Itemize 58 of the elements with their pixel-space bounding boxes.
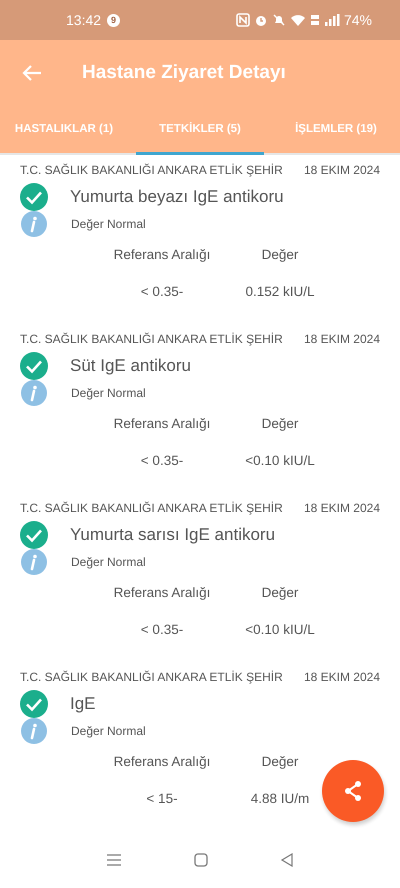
wifi-icon — [290, 13, 306, 27]
value-header: Değer — [262, 416, 298, 431]
test-date: 18 EKIM 2024 — [304, 163, 380, 177]
range-header: Referans Aralığı — [114, 416, 210, 431]
test-value: <0.10 kIU/L — [245, 453, 315, 468]
reference-range: < 0.35- — [140, 284, 184, 299]
check-circle-icon — [20, 352, 48, 380]
menu-icon[interactable] — [106, 852, 122, 866]
value-header: Değer — [262, 585, 298, 600]
test-name: IgE — [70, 694, 96, 714]
clock-time: 13:42 — [66, 12, 102, 28]
test-date: 18 EKIM 2024 — [304, 332, 380, 346]
test-date: 18 EKIM 2024 — [304, 670, 380, 684]
hospital-name: T.C. SAĞLIK BAKANLIĞI ANKARA ETLİK ŞEHİR — [20, 163, 283, 177]
nfc-icon — [236, 13, 250, 27]
info-icon — [21, 380, 47, 406]
screen-title: Hastane Ziyaret Detayı — [82, 62, 286, 84]
reference-range: < 15- — [146, 791, 178, 806]
status-text: Değer Normal — [71, 217, 146, 231]
range-header: Referans Aralığı — [114, 754, 210, 769]
test-name: Yumurta beyazı IgE antikoru — [70, 187, 284, 207]
value-header: Değer — [262, 754, 298, 769]
test-value: 4.88 IU/m — [250, 791, 310, 806]
status-text: Değer Normal — [71, 555, 146, 569]
info-icon — [21, 211, 47, 237]
test-name: Süt IgE antikoru — [70, 356, 191, 376]
notification-count: 9 — [107, 14, 120, 26]
back-arrow-icon — [22, 64, 42, 82]
home-icon[interactable] — [194, 852, 208, 866]
battery-level: 74% — [344, 12, 372, 28]
value-header: Değer — [262, 247, 298, 262]
hospital-name: T.C. SAĞLIK BAKANLIĞI ANKARA ETLİK ŞEHİR — [20, 332, 283, 346]
tab[interactable]: İŞLEMLER (19) — [272, 105, 400, 155]
test-value: <0.10 kIU/L — [245, 622, 315, 637]
check-circle-icon — [20, 521, 48, 549]
back-icon[interactable] — [280, 852, 294, 866]
muted-bell-icon — [272, 13, 286, 27]
check-circle-icon — [20, 690, 48, 718]
check-circle-icon — [20, 183, 48, 211]
reference-range: < 0.35- — [140, 453, 184, 468]
share-button[interactable] — [322, 760, 384, 822]
test-name: Yumurta sarısı IgE antikoru — [70, 525, 276, 545]
info-icon — [21, 718, 47, 744]
tab[interactable]: HASTALIKLAR (1) — [0, 105, 128, 155]
status-text: Değer Normal — [71, 386, 146, 400]
hospital-name: T.C. SAĞLIK BAKANLIĞI ANKARA ETLİK ŞEHİR — [20, 670, 283, 684]
range-header: Referans Aralığı — [114, 585, 210, 600]
signal-icon — [324, 13, 340, 27]
test-date: 18 EKIM 2024 — [304, 501, 380, 515]
hospital-name: T.C. SAĞLIK BAKANLIĞI ANKARA ETLİK ŞEHİR — [20, 501, 283, 515]
info-icon — [21, 549, 47, 575]
alarm-icon — [254, 13, 268, 27]
share-icon — [342, 780, 364, 802]
test-value: 0.152 kIU/L — [245, 284, 315, 299]
range-header: Referans Aralığı — [114, 247, 210, 262]
tab[interactable]: TETKİKLER (5) — [136, 105, 264, 155]
status-text: Değer Normal — [71, 724, 146, 738]
reference-range: < 0.35- — [140, 622, 184, 637]
